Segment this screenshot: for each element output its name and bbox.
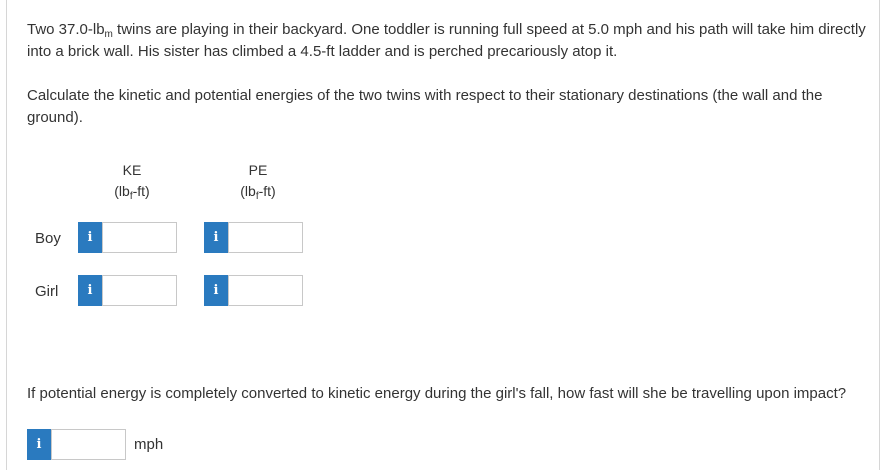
info-icon[interactable]: i	[78, 222, 102, 253]
row-label-boy: Boy	[35, 230, 61, 247]
column-header-ke: KE (lbf-ft)	[77, 160, 187, 202]
boy-ke-input[interactable]	[102, 222, 177, 253]
ke-header-unit: (lbf-ft)	[114, 183, 150, 202]
info-icon[interactable]: i	[204, 275, 228, 306]
info-icon[interactable]: i	[27, 429, 51, 460]
ke-header-label: KE	[122, 162, 142, 178]
row-label-girl: Girl	[35, 283, 59, 300]
problem-statement: Two 37.0-lbm twins are playing in their …	[27, 19, 877, 63]
pe-header-unit: (lbf-ft)	[240, 183, 276, 202]
pe-header-label: PE	[248, 162, 268, 178]
question-impact-speed: If potential energy is completely conver…	[27, 385, 847, 402]
question-energies: Calculate the kinetic and potential ener…	[27, 87, 823, 126]
problem-text-start: Two 37.0-lb	[27, 21, 105, 38]
info-icon[interactable]: i	[204, 222, 228, 253]
girl-pe-input[interactable]	[228, 275, 303, 306]
boy-pe-input[interactable]	[228, 222, 303, 253]
impact-speed-input[interactable]	[51, 429, 126, 460]
column-header-pe: PE (lbf-ft)	[203, 160, 313, 202]
mass-unit-subscript: m	[104, 29, 113, 40]
info-icon[interactable]: i	[78, 275, 102, 306]
question-card: Two 37.0-lbm twins are playing in their …	[6, 0, 880, 470]
problem-text-rest: twins are playing in their backyard. One…	[27, 21, 866, 60]
girl-ke-input[interactable]	[102, 275, 177, 306]
speed-unit: mph	[134, 436, 164, 453]
